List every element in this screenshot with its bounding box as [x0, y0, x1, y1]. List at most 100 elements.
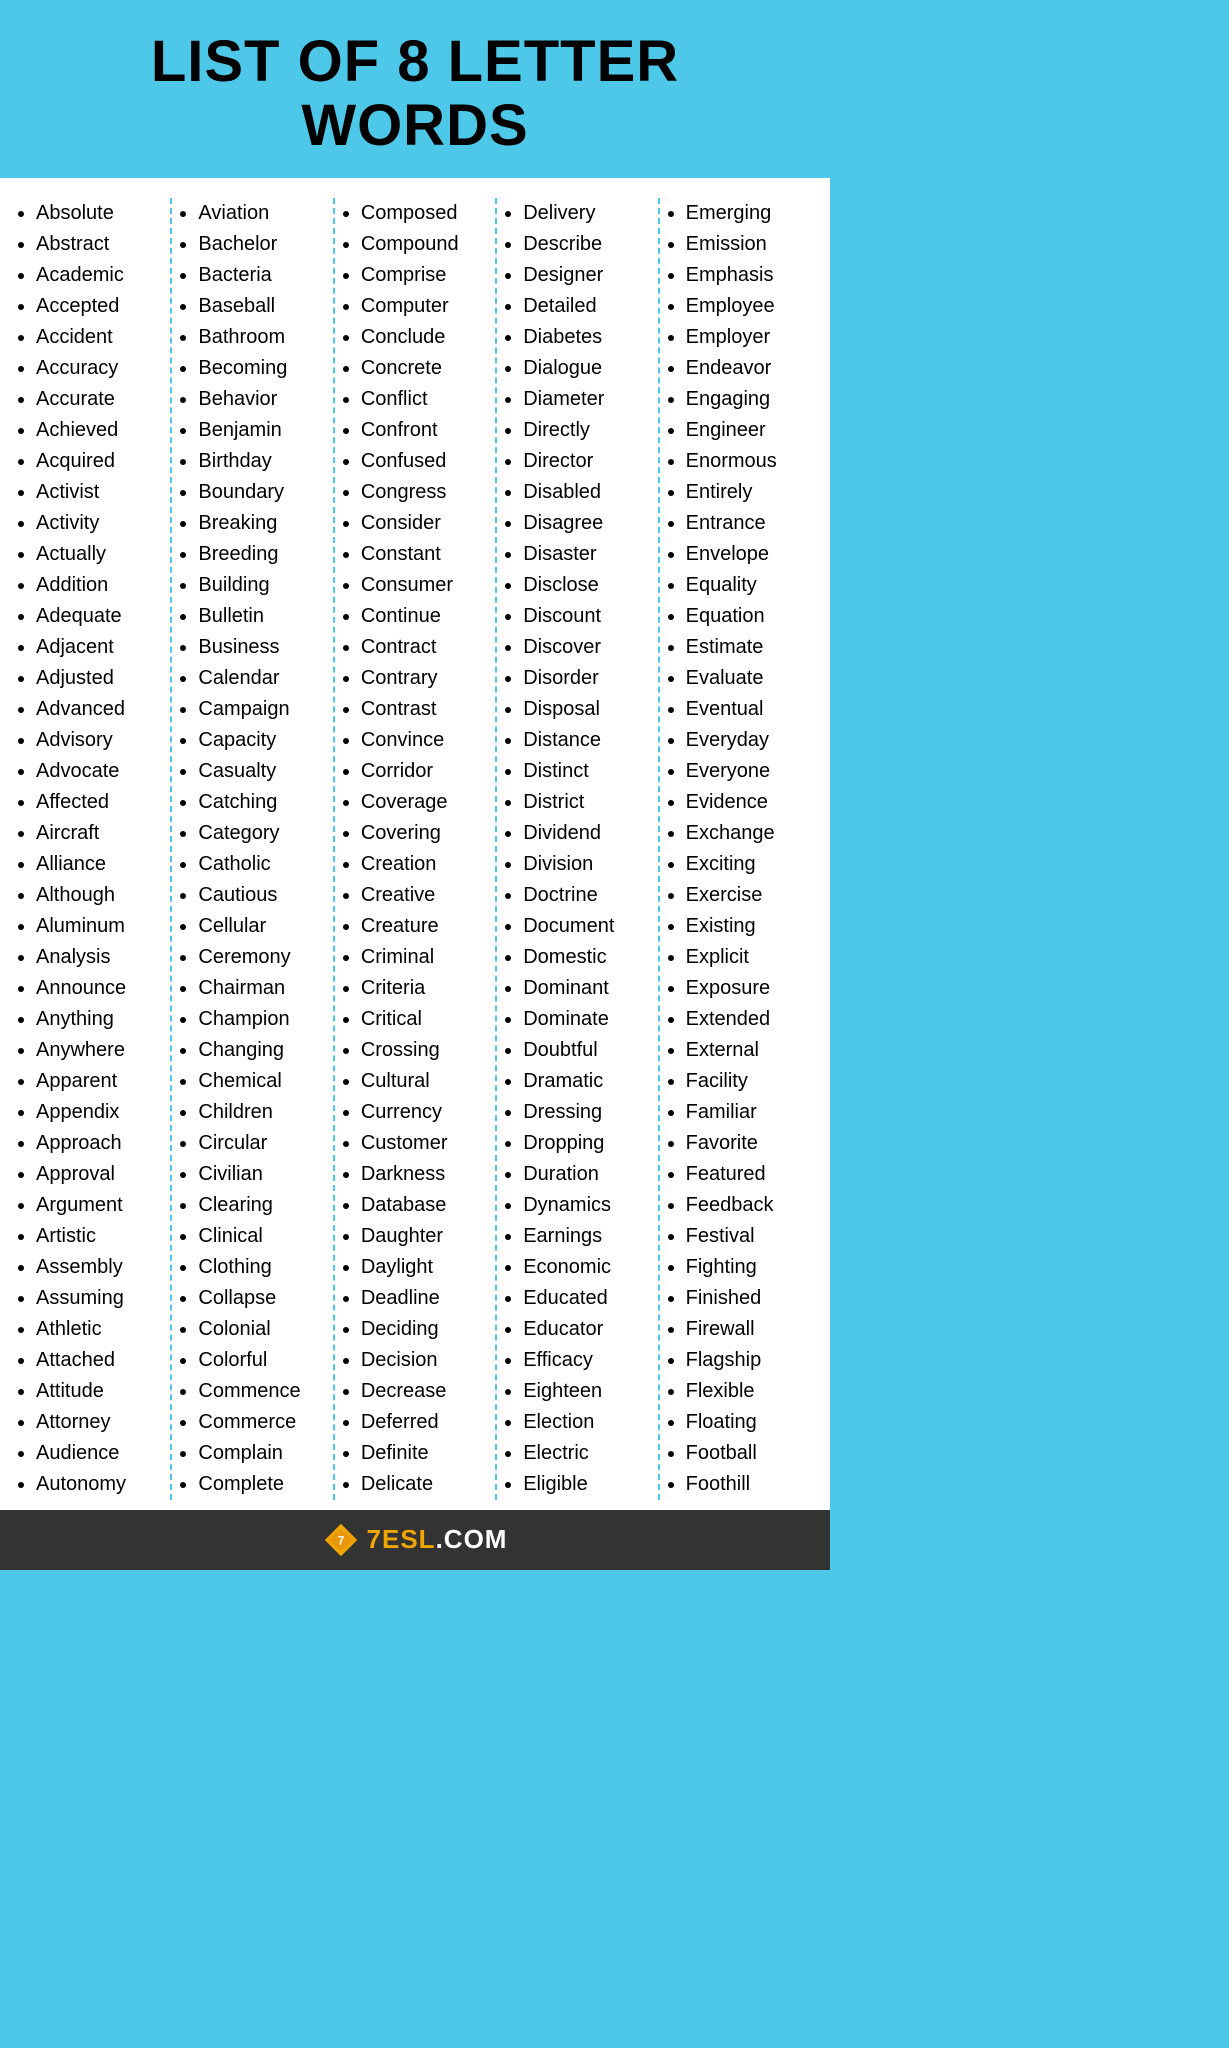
list-item: Aviation — [198, 198, 324, 229]
list-item: Comprise — [361, 260, 487, 291]
list-item: Electric — [523, 1438, 649, 1469]
column-2: AviationBachelorBacteriaBaseballBathroom… — [172, 198, 334, 1500]
list-item: Director — [523, 446, 649, 477]
list-item: Confront — [361, 415, 487, 446]
list-item: Distance — [523, 725, 649, 756]
list-item: Bachelor — [198, 229, 324, 260]
list-item: Acquired — [36, 446, 162, 477]
list-item: Dialogue — [523, 353, 649, 384]
list-item: Attorney — [36, 1407, 162, 1438]
list-item: Commence — [198, 1376, 324, 1407]
list-item: Disabled — [523, 477, 649, 508]
list-item: Advanced — [36, 694, 162, 725]
list-item: Business — [198, 632, 324, 663]
list-item: Endeavor — [686, 353, 812, 384]
list-item: Attitude — [36, 1376, 162, 1407]
list-item: Civilian — [198, 1159, 324, 1190]
list-item: Daylight — [361, 1252, 487, 1283]
list-item: Earnings — [523, 1221, 649, 1252]
list-item: Existing — [686, 911, 812, 942]
word-list-3: ComposedCompoundCompriseComputerConclude… — [343, 198, 487, 1500]
list-item: Advisory — [36, 725, 162, 756]
list-item: Describe — [523, 229, 649, 260]
list-item: Abstract — [36, 229, 162, 260]
list-item: District — [523, 787, 649, 818]
list-item: Coverage — [361, 787, 487, 818]
list-item: Approval — [36, 1159, 162, 1190]
list-item: Employee — [686, 291, 812, 322]
list-item: Educated — [523, 1283, 649, 1314]
list-item: Exciting — [686, 849, 812, 880]
list-item: Accepted — [36, 291, 162, 322]
list-item: Distinct — [523, 756, 649, 787]
list-item: Diameter — [523, 384, 649, 415]
page-title: LIST OF 8 LETTER WORDS — [30, 30, 800, 158]
list-item: Educator — [523, 1314, 649, 1345]
list-item: Accuracy — [36, 353, 162, 384]
list-item: Concrete — [361, 353, 487, 384]
list-item: Conclude — [361, 322, 487, 353]
list-item: Explicit — [686, 942, 812, 973]
list-item: Colonial — [198, 1314, 324, 1345]
list-item: Casualty — [198, 756, 324, 787]
list-item: Entirely — [686, 477, 812, 508]
list-item: Behavior — [198, 384, 324, 415]
list-item: Favorite — [686, 1128, 812, 1159]
list-item: Dropping — [523, 1128, 649, 1159]
list-item: Collapse — [198, 1283, 324, 1314]
logo-icon: 7 — [323, 1522, 359, 1558]
list-item: Critical — [361, 1004, 487, 1035]
list-item: Deferred — [361, 1407, 487, 1438]
list-item: Computer — [361, 291, 487, 322]
list-item: Confused — [361, 446, 487, 477]
list-item: Dramatic — [523, 1066, 649, 1097]
list-item: Featured — [686, 1159, 812, 1190]
list-item: Anything — [36, 1004, 162, 1035]
columns-wrapper: AbsoluteAbstractAcademicAcceptedAccident… — [10, 198, 820, 1500]
word-list-4: DeliveryDescribeDesignerDetailedDiabetes… — [505, 198, 649, 1500]
list-item: Envelope — [686, 539, 812, 570]
list-item: Aluminum — [36, 911, 162, 942]
list-item: Cautious — [198, 880, 324, 911]
list-item: Boundary — [198, 477, 324, 508]
list-item: Evidence — [686, 787, 812, 818]
list-item: Delicate — [361, 1469, 487, 1500]
list-item: Consider — [361, 508, 487, 539]
svg-text:7: 7 — [337, 1534, 344, 1547]
list-item: Domestic — [523, 942, 649, 973]
list-item: Discount — [523, 601, 649, 632]
footer-brand: 7ESL — [367, 1524, 436, 1554]
word-list-1: AbsoluteAbstractAcademicAcceptedAccident… — [18, 198, 162, 1500]
list-item: Breaking — [198, 508, 324, 539]
list-item: Analysis — [36, 942, 162, 973]
list-item: Commerce — [198, 1407, 324, 1438]
list-item: Circular — [198, 1128, 324, 1159]
list-item: Dominate — [523, 1004, 649, 1035]
list-item: Contrast — [361, 694, 487, 725]
list-item: Compound — [361, 229, 487, 260]
list-item: Finished — [686, 1283, 812, 1314]
list-item: Currency — [361, 1097, 487, 1128]
list-item: Achieved — [36, 415, 162, 446]
list-item: Dressing — [523, 1097, 649, 1128]
list-item: Appendix — [36, 1097, 162, 1128]
list-item: Birthday — [198, 446, 324, 477]
list-item: Enormous — [686, 446, 812, 477]
footer-logo: 7 7ESL.COM — [323, 1522, 508, 1558]
list-item: Although — [36, 880, 162, 911]
list-item: Daughter — [361, 1221, 487, 1252]
list-item: Becoming — [198, 353, 324, 384]
list-item: Eligible — [523, 1469, 649, 1500]
list-item: Children — [198, 1097, 324, 1128]
list-item: Absolute — [36, 198, 162, 229]
list-item: Exposure — [686, 973, 812, 1004]
list-item: Creation — [361, 849, 487, 880]
list-item: Facility — [686, 1066, 812, 1097]
list-item: Category — [198, 818, 324, 849]
column-1: AbsoluteAbstractAcademicAcceptedAccident… — [10, 198, 172, 1500]
list-item: Evaluate — [686, 663, 812, 694]
list-item: Affected — [36, 787, 162, 818]
list-item: Foothill — [686, 1469, 812, 1500]
list-item: Discover — [523, 632, 649, 663]
list-item: Aircraft — [36, 818, 162, 849]
